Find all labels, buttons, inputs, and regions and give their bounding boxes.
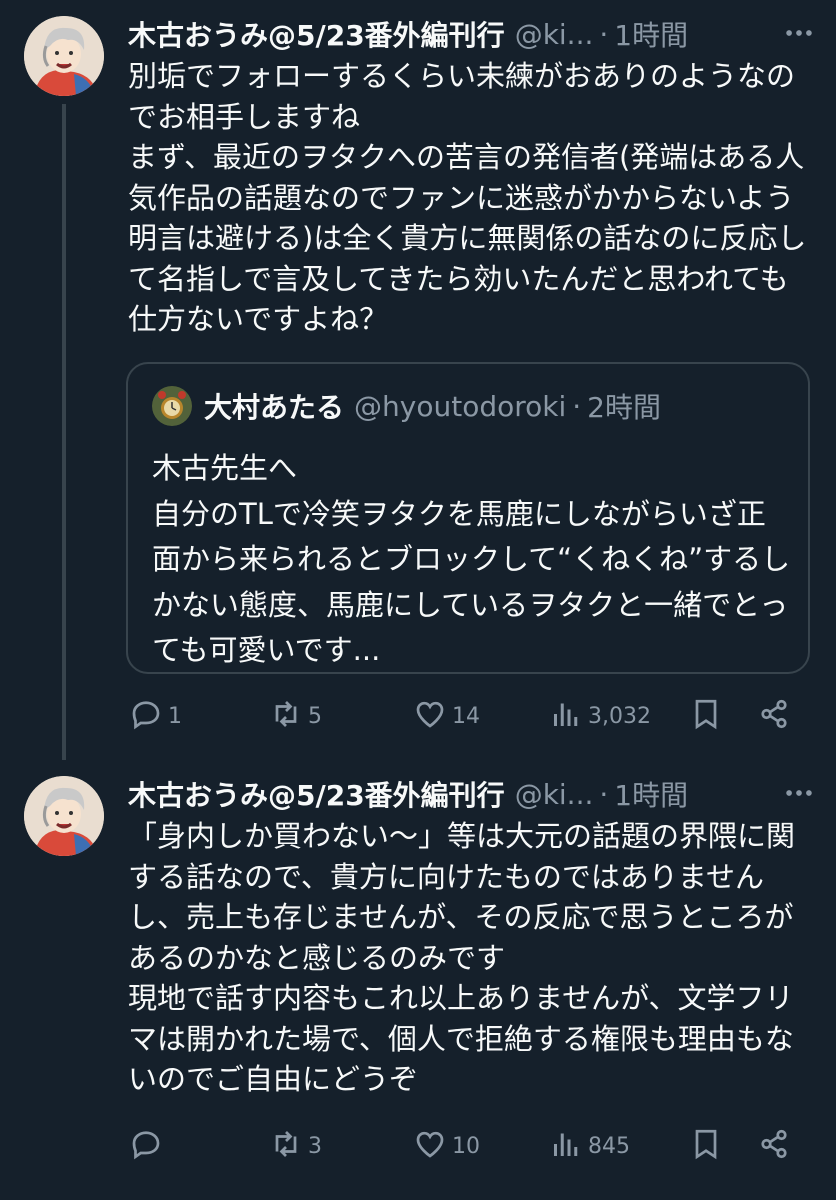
repost-count: 5 [308, 703, 322, 729]
like-button[interactable]: 10 [412, 1124, 480, 1168]
heart-icon [412, 696, 448, 736]
tweet[interactable]: 木古おうみ@5/23番外編刊行 @ki... · 1時間 別垢でフォローするくら… [0, 0, 836, 760]
bookmark-button[interactable] [688, 694, 724, 738]
like-count: 10 [452, 1133, 480, 1159]
tweet-timestamp[interactable]: 1時間 [614, 14, 688, 54]
separator-dot: · [599, 777, 609, 811]
tweet-header: 木古おうみ@5/23番外編刊行 @ki... · 1時間 [128, 10, 816, 58]
views-button[interactable]: 845 [548, 1124, 630, 1168]
views-count: 3,032 [588, 703, 651, 729]
quoted-author-display-name[interactable]: 大村あたる [204, 386, 344, 426]
thread-connector-line [62, 104, 66, 760]
reply-button[interactable] [128, 1124, 168, 1168]
reply-bubble-icon [128, 696, 164, 736]
repost-button[interactable]: 3 [268, 1124, 322, 1168]
tweet[interactable]: 木古おうみ@5/23番外編刊行 @ki... · 1時間 「身内しか買わない〜」… [0, 760, 836, 1200]
reply-count: 1 [168, 703, 182, 729]
bookmark-button[interactable] [688, 1124, 724, 1168]
author-handle[interactable]: @ki... [515, 18, 594, 51]
share-button[interactable] [756, 694, 792, 738]
quoted-tweet-text: 木古先生へ 自分のTLで冷笑ヲタクを馬鹿にしながらいざ正面から来られるとブロック… [152, 451, 791, 667]
views-count: 845 [588, 1133, 630, 1159]
action-bar: 1 5 14 3,032 [128, 694, 808, 738]
tweet-header: 木古おうみ@5/23番外編刊行 @ki... · 1時間 [128, 770, 816, 818]
more-horizontal-icon[interactable] [782, 16, 816, 52]
author-display-name[interactable]: 木古おうみ@5/23番外編刊行 [128, 774, 505, 814]
heart-icon [412, 1126, 448, 1166]
quoted-tweet-card[interactable]: 大村あたる @hyoutodoroki · 2時間 木古先生へ 自分のTLで冷笑… [126, 362, 810, 674]
like-button[interactable]: 14 [412, 694, 480, 738]
views-button[interactable]: 3,032 [548, 694, 651, 738]
separator-dot: · [599, 17, 609, 51]
reply-button[interactable]: 1 [128, 694, 182, 738]
share-button[interactable] [756, 1124, 792, 1168]
repost-count: 3 [308, 1133, 322, 1159]
author-handle[interactable]: @ki... [515, 778, 594, 811]
more-horizontal-icon[interactable] [782, 776, 816, 812]
bookmark-icon [688, 696, 724, 736]
author-avatar[interactable] [24, 776, 104, 856]
views-bar-chart-icon [548, 696, 584, 736]
share-icon [756, 1126, 792, 1166]
author-display-name[interactable]: 木古おうみ@5/23番外編刊行 [128, 14, 505, 54]
quoted-author-avatar[interactable] [152, 386, 192, 426]
quoted-tweet-timestamp[interactable]: 2時間 [587, 386, 661, 426]
author-avatar[interactable] [24, 16, 104, 96]
separator-dot: · [572, 389, 582, 423]
tweet-text: 「身内しか買わない〜」等は大元の話題の界隈に関する話なので、貴方に向けたものでは… [128, 819, 796, 1096]
share-icon [756, 696, 792, 736]
action-bar: 3 10 845 [128, 1124, 808, 1168]
quoted-tweet-header: 大村あたる @hyoutodoroki · 2時間 [204, 384, 661, 428]
views-bar-chart-icon [548, 1126, 584, 1166]
repost-arrows-icon [268, 1126, 304, 1166]
reply-bubble-icon [128, 1126, 164, 1166]
bookmark-icon [688, 1126, 724, 1166]
tweet-text: 別垢でフォローするくらい未練がおありのようなのでお相手しますね まず、最近のヲタ… [128, 59, 807, 336]
quoted-author-handle[interactable]: @hyoutodoroki [354, 390, 566, 423]
tweet-timestamp[interactable]: 1時間 [614, 774, 688, 814]
repost-arrows-icon [268, 696, 304, 736]
repost-button[interactable]: 5 [268, 694, 322, 738]
like-count: 14 [452, 703, 480, 729]
